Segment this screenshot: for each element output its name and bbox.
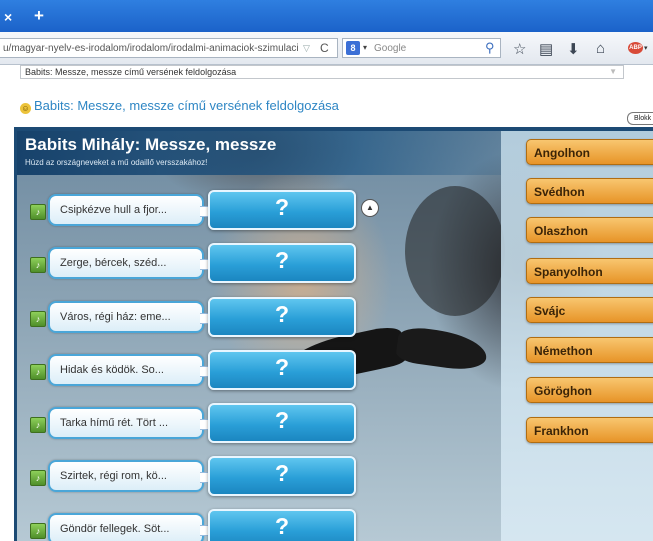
verse-text: Csipkézve hull a fjor... <box>60 204 167 216</box>
page-title-text: Babits: Messze, messze című versének fel… <box>34 98 339 113</box>
country-tile-spanyolhon[interactable]: Spanyolhon <box>526 258 653 284</box>
verse-box[interactable]: Város, régi ház: eme... <box>48 301 204 333</box>
search-bar[interactable]: 8 ▾ Google ⚲ <box>342 38 501 58</box>
verse-text: Város, régi ház: eme... <box>60 311 171 323</box>
verse-row: ♪ Szirtek, régi rom, kö... ? <box>17 456 377 500</box>
url-dropdown-icon[interactable]: ▽ <box>303 43 310 54</box>
question-mark: ? <box>274 301 290 327</box>
search-icon[interactable]: ⚲ <box>485 40 495 56</box>
navigation-toolbar: u/magyar-nyelv-es-irodalom/irodalom/irod… <box>0 32 653 65</box>
web-page: Babits: Messze, messze című versének fel… <box>0 65 653 541</box>
verse-row: ♪ Tarka hímű rét. Tört ... ? <box>17 403 377 447</box>
drop-target[interactable]: ? <box>208 350 356 390</box>
country-label: Frankhon <box>534 424 589 438</box>
scroll-up-icon[interactable]: ▲ <box>361 199 379 217</box>
question-mark: ? <box>274 407 290 433</box>
smiley-icon: ☺ <box>20 103 31 114</box>
home-icon[interactable]: ⌂ <box>596 40 605 57</box>
drop-target[interactable]: ? <box>208 297 356 337</box>
country-label: Svájc <box>534 304 566 318</box>
search-engine-dropdown-icon[interactable]: ▾ <box>363 43 367 52</box>
new-tab-button[interactable]: + <box>28 6 50 26</box>
speaker-icon[interactable]: ♪ <box>30 311 46 327</box>
speaker-icon[interactable]: ♪ <box>30 523 46 539</box>
animation-stage: Babits Mihály: Messze, messze Húzd az or… <box>14 127 653 541</box>
verse-box[interactable]: Csipkézve hull a fjor... <box>48 194 204 226</box>
url-bar[interactable]: u/magyar-nyelv-es-irodalom/irodalom/irod… <box>0 38 338 58</box>
country-label: Göröghon <box>534 384 592 398</box>
tab-close-icon[interactable]: × <box>4 9 12 25</box>
tab-bar: × + <box>0 0 653 32</box>
url-text[interactable]: u/magyar-nyelv-es-irodalom/irodalom/irod… <box>3 43 299 54</box>
stage-header: Babits Mihály: Messze, messze Húzd az or… <box>17 131 501 175</box>
question-mark: ? <box>274 460 290 486</box>
country-label: Svédhon <box>534 185 585 199</box>
portrait-mustache-right <box>394 324 490 374</box>
verse-box[interactable]: Göndör fellegek. Söt... <box>48 513 204 541</box>
verse-row: ♪ Hidak és ködök. So... ? <box>17 350 377 394</box>
verse-text: Zerge, bércek, széd... <box>60 257 167 269</box>
country-tile-svedhon[interactable]: Svédhon <box>526 178 653 204</box>
country-label: Némethon <box>534 344 593 358</box>
verse-box[interactable]: Szirtek, régi rom, kö... <box>48 460 204 492</box>
chevron-down-icon[interactable]: ▼ <box>609 67 617 76</box>
lesson-select[interactable]: Babits: Messze, messze című versének fel… <box>20 65 624 79</box>
page-title: ☺ Babits: Messze, messze című versének fe… <box>20 98 339 114</box>
verse-text: Tarka hímű rét. Tört ... <box>60 417 168 429</box>
question-mark: ? <box>274 354 290 380</box>
verse-row: ♪ Csipkézve hull a fjor... ? <box>17 190 377 234</box>
drop-target[interactable]: ? <box>208 456 356 496</box>
country-label: Angolhon <box>534 146 590 160</box>
country-label: Olaszhon <box>534 224 589 238</box>
country-tile-nemethon[interactable]: Némethon <box>526 337 653 363</box>
stage-title: Babits Mihály: Messze, messze <box>25 135 277 154</box>
stage-instructions: Húzd az országneveket a mű odaillő verss… <box>25 158 208 167</box>
reload-icon[interactable]: C <box>320 41 329 55</box>
verse-box[interactable]: Hidak és ködök. So... <box>48 354 204 386</box>
portrait-hair <box>405 186 505 316</box>
verse-row: ♪ Göndör fellegek. Söt... ? <box>17 509 377 541</box>
country-tile-frankhon[interactable]: Frankhon <box>526 417 653 443</box>
verse-text: Szirtek, régi rom, kö... <box>60 470 167 482</box>
verse-text: Göndör fellegek. Söt... <box>60 523 170 535</box>
speaker-icon[interactable]: ♪ <box>30 417 46 433</box>
drop-target[interactable]: ? <box>208 243 356 283</box>
country-tile-svajc[interactable]: Svájc <box>526 297 653 323</box>
question-mark: ? <box>274 247 290 273</box>
speaker-icon[interactable]: ♪ <box>30 257 46 273</box>
country-tile-goroghon[interactable]: Göröghon <box>526 377 653 403</box>
bookmarks-list-icon[interactable]: ▤ <box>539 40 553 58</box>
lesson-select-value: Babits: Messze, messze című versének fel… <box>25 67 237 77</box>
drop-target[interactable]: ? <box>208 403 356 443</box>
speaker-icon[interactable]: ♪ <box>30 204 46 220</box>
verse-row: ♪ Zerge, bércek, széd... ? <box>17 243 377 287</box>
verse-row: ♪ Város, régi ház: eme... ? <box>17 297 377 341</box>
verse-text: Hidak és ködök. So... <box>60 364 164 376</box>
question-mark: ? <box>274 513 290 539</box>
search-input[interactable]: Google <box>374 43 406 54</box>
blokk-button[interactable]: Blokk <box>627 112 653 125</box>
adblock-dropdown-icon[interactable]: ▾ <box>644 44 648 52</box>
verse-box[interactable]: Zerge, bércek, széd... <box>48 247 204 279</box>
speaker-icon[interactable]: ♪ <box>30 364 46 380</box>
adblock-icon[interactable]: ABP <box>628 42 643 54</box>
country-tile-olaszhon[interactable]: Olaszhon <box>526 217 653 243</box>
search-engine-icon[interactable]: 8 <box>346 41 360 55</box>
drop-target[interactable]: ? <box>208 190 356 230</box>
country-label: Spanyolhon <box>534 265 603 279</box>
country-tile-angolhon[interactable]: Angolhon <box>526 139 653 165</box>
question-mark: ? <box>274 194 290 220</box>
drop-target[interactable]: ? <box>208 509 356 541</box>
verse-box[interactable]: Tarka hímű rét. Tört ... <box>48 407 204 439</box>
speaker-icon[interactable]: ♪ <box>30 470 46 486</box>
bookmark-star-icon[interactable]: ☆ <box>513 40 526 58</box>
download-icon[interactable]: ⬇ <box>567 40 580 58</box>
